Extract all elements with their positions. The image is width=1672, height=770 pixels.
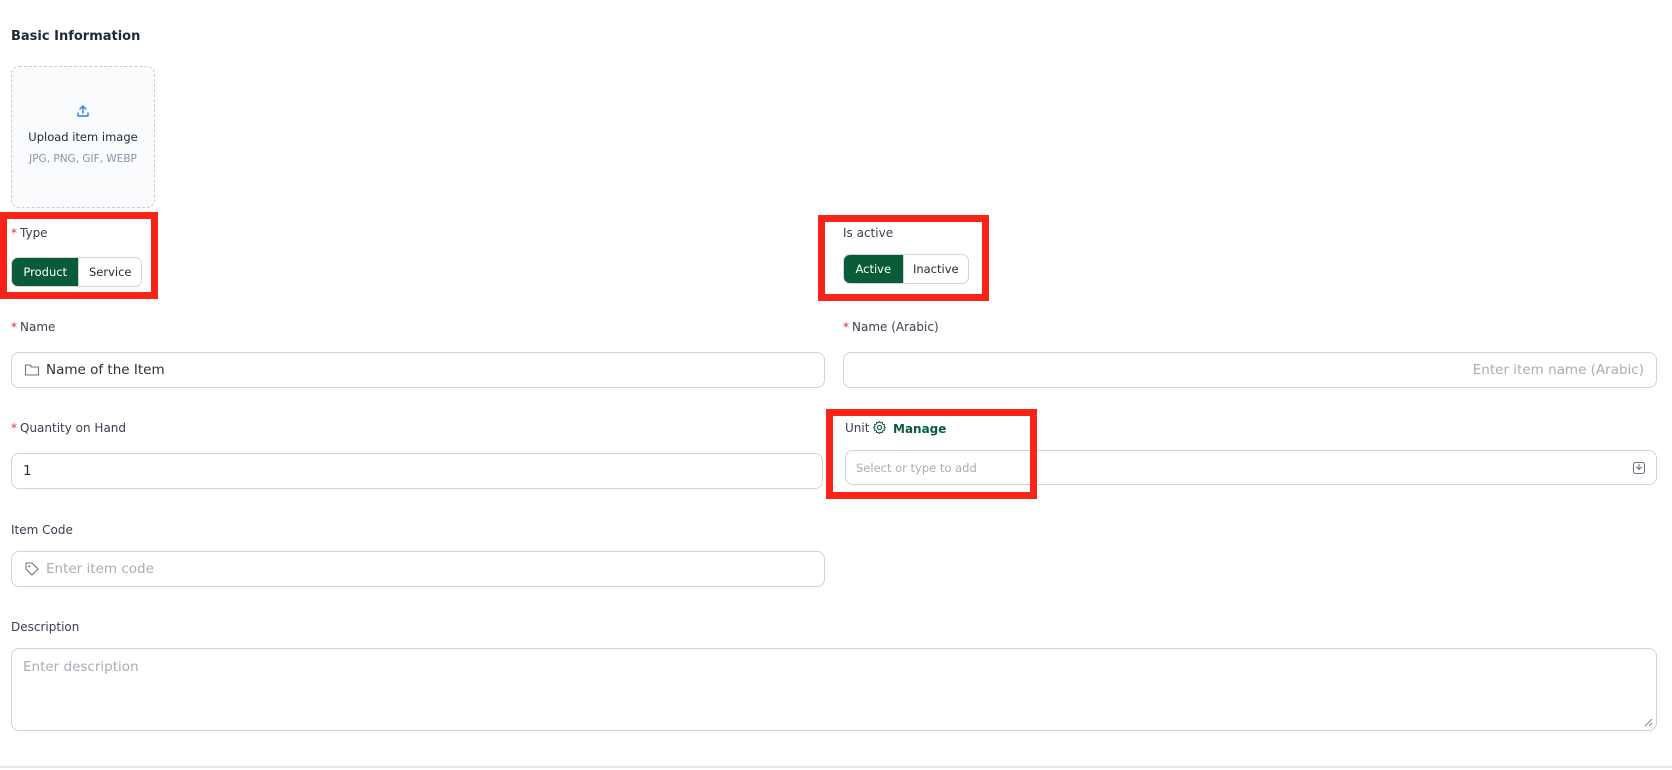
upload-formats: JPG, PNG, GIF, WEBP [29,153,137,165]
resize-grip-icon[interactable] [1643,717,1653,727]
quantity-label-text: Quantity on Hand [20,421,127,435]
is-active-label: Is active [843,226,894,240]
upload-title: Upload item image [28,130,138,144]
status-option-active[interactable]: Active [844,255,903,283]
quantity-value: 1 [23,463,32,479]
required-mark: * [11,320,17,334]
name-arabic-placeholder: Enter item name (Arabic) [1472,362,1644,378]
is-active-toggle: Active Inactive [843,254,969,284]
gear-icon[interactable] [872,420,887,435]
type-label: * Type [11,226,48,240]
item-code-label: Item Code [11,523,73,537]
type-option-service[interactable]: Service [78,258,141,286]
page-bottom-border [0,766,1672,768]
section-title: Basic Information [11,29,141,44]
name-field[interactable]: Name of the Item [11,352,825,388]
unit-select[interactable]: Select or type to add [845,450,1657,485]
manage-units-link[interactable]: Manage [893,422,946,436]
required-mark: * [11,226,17,240]
unit-label: Unit [845,421,870,435]
type-label-text: Type [20,226,48,240]
name-arabic-label: * Name (Arabic) [843,320,939,334]
description-textarea[interactable]: Enter description [11,648,1657,731]
quantity-field[interactable]: 1 [11,453,823,489]
type-toggle: Product Service [11,257,142,287]
item-code-field[interactable]: Enter item code [11,551,825,587]
name-label: * Name [11,320,55,334]
name-value: Name of the Item [46,362,165,378]
folder-icon [24,364,40,376]
quantity-label: * Quantity on Hand [11,421,126,435]
dropdown-box-icon [1632,461,1646,475]
image-upload-dropzone[interactable]: Upload item image JPG, PNG, GIF, WEBP [11,66,155,208]
tag-icon [25,562,39,576]
unit-placeholder: Select or type to add [856,460,977,475]
name-arabic-label-text: Name (Arabic) [852,320,939,334]
status-option-inactive[interactable]: Inactive [902,255,968,283]
name-arabic-field[interactable]: Enter item name (Arabic) [843,352,1657,388]
type-option-product[interactable]: Product [12,258,79,286]
description-label: Description [11,620,80,634]
upload-icon [77,105,89,117]
description-placeholder: Enter description [23,659,139,675]
required-mark: * [11,421,17,435]
item-form-page: Basic Information Upload item image JPG,… [0,0,1672,770]
item-code-placeholder: Enter item code [46,561,154,577]
name-label-text: Name [20,320,56,334]
required-mark: * [843,320,849,334]
